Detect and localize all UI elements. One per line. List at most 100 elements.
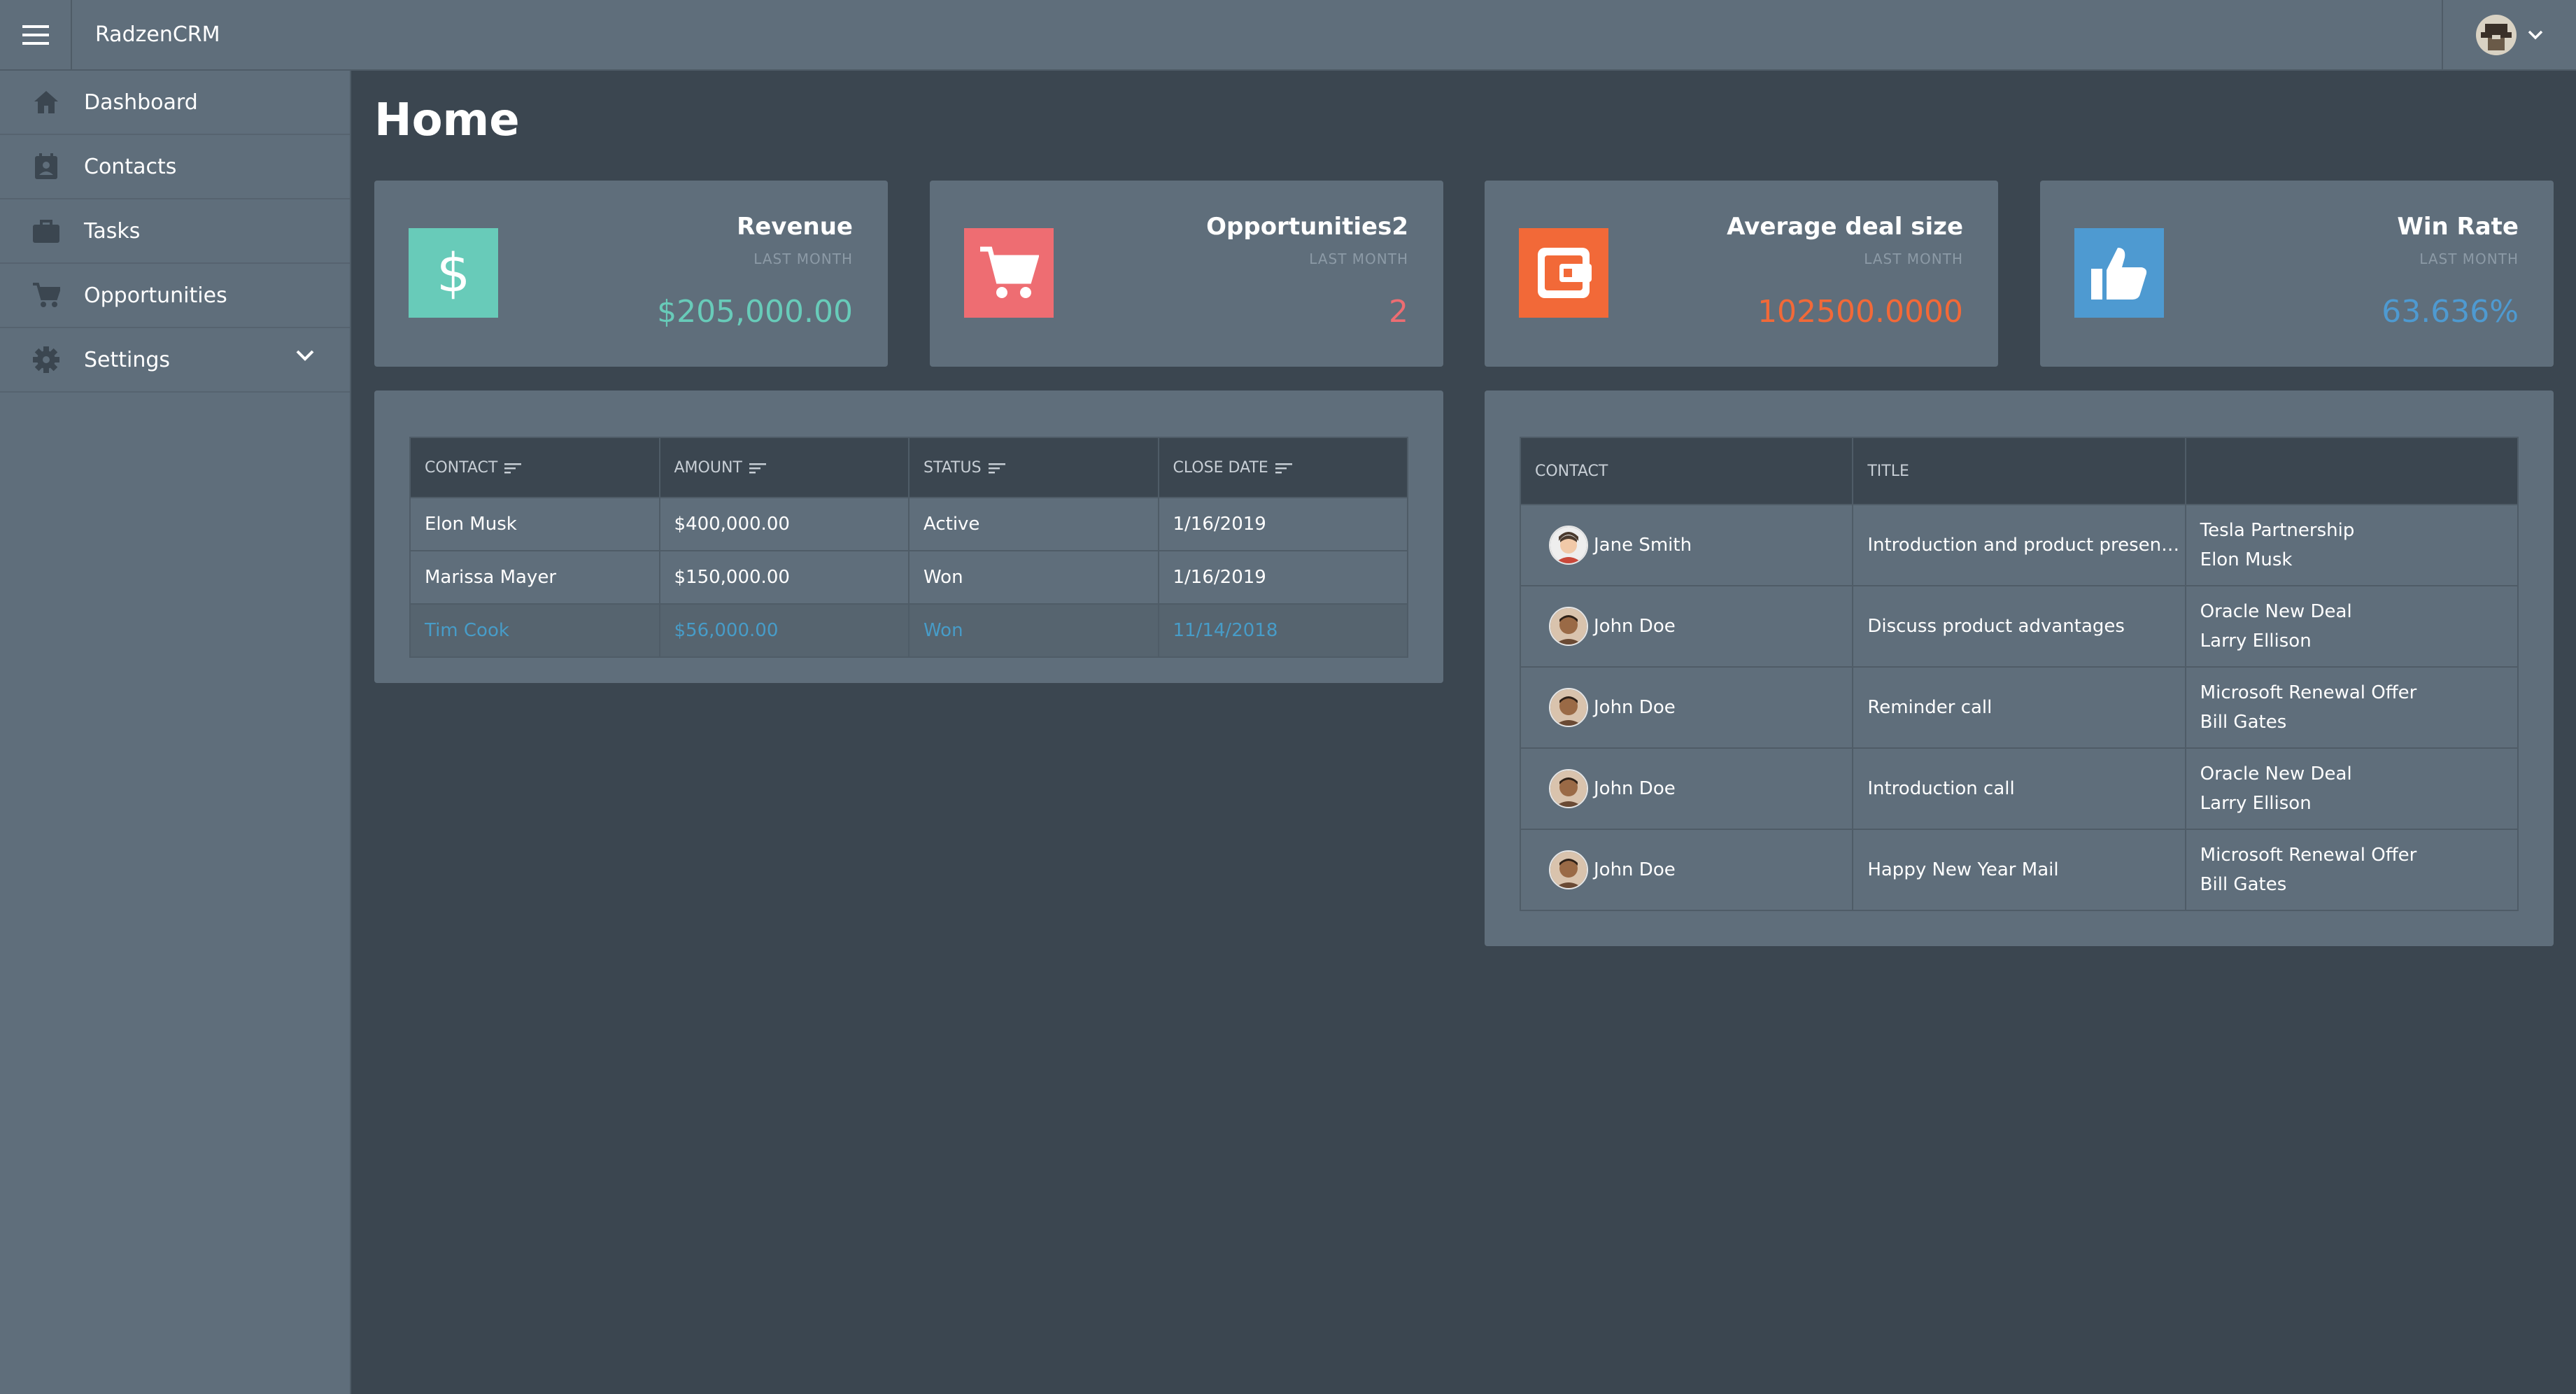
- cell-title: Introduction call: [1852, 747, 2186, 830]
- opportunities-card: Opportunities2 LAST MONTH 2: [930, 181, 1443, 367]
- deal-contact: Larry Ellison: [2200, 631, 2312, 652]
- column-header-label: STATUS: [923, 458, 982, 477]
- avatar: [1549, 688, 1588, 727]
- column-header-label: CLOSE DATE: [1173, 458, 1268, 477]
- table-row[interactable]: Elon Musk $400,000.00 Active 1/16/2019: [409, 497, 1408, 551]
- cell-contact: John Doe: [1519, 585, 1854, 668]
- average-deal-size-card: Average deal size LAST MONTH 102500.0000: [1485, 181, 1998, 367]
- sidebar-item-label: Contacts: [84, 154, 177, 179]
- revenue-card: $ Revenue LAST MONTH $205,000.00: [374, 181, 888, 367]
- menu-toggle-button[interactable]: [0, 0, 72, 69]
- deal-contact: Elon Musk: [2200, 549, 2293, 570]
- deal-name: Microsoft Renewal Offer: [2200, 682, 2417, 703]
- contact-name: John Doe: [1594, 697, 1676, 718]
- column-header-opportunity[interactable]: [2184, 437, 2519, 505]
- avatar: [1549, 607, 1588, 646]
- deal-contact: Bill Gates: [2200, 712, 2287, 733]
- wallet-icon: [1519, 228, 1608, 318]
- card-value: 2: [1389, 294, 1408, 330]
- chevron-down-icon: [2528, 30, 2543, 39]
- card-subtitle: LAST MONTH: [1309, 251, 1408, 267]
- card-subtitle: LAST MONTH: [1864, 251, 1963, 267]
- table-row[interactable]: Jane Smith Introduction and product pres…: [1519, 504, 2519, 586]
- table-row[interactable]: John Doe Reminder call Microsoft Renewal…: [1519, 666, 2519, 749]
- contact-name: John Doe: [1594, 778, 1676, 799]
- sidebar-item-label: Dashboard: [84, 90, 198, 115]
- page-title: Home: [374, 94, 520, 146]
- chevron-down-icon[interactable]: [295, 349, 315, 362]
- cell-status: Won: [908, 550, 1159, 605]
- sort-icon[interactable]: [504, 463, 522, 474]
- cell-title: Discuss product advantages: [1852, 585, 2186, 668]
- top-bar: RadzenCRM: [0, 0, 2576, 71]
- cell-opportunity: Microsoft Renewal Offer Bill Gates: [2184, 666, 2519, 749]
- app-title: RadzenCRM: [95, 22, 220, 47]
- table-row-selected[interactable]: Tim Cook $56,000.00 Won 11/14/2018: [409, 603, 1408, 658]
- cell-amount: $150,000.00: [658, 550, 910, 605]
- deal-contact: Larry Ellison: [2200, 793, 2312, 814]
- card-subtitle: LAST MONTH: [753, 251, 853, 267]
- dollar-icon: $: [409, 228, 498, 318]
- card-value: $205,000.00: [657, 294, 853, 330]
- column-header-contact[interactable]: CONTACT: [1519, 437, 1854, 505]
- home-icon: [25, 90, 67, 114]
- card-title: Win Rate: [2397, 213, 2519, 241]
- card-title: Average deal size: [1727, 213, 1963, 241]
- deal-name: Oracle New Deal: [2200, 763, 2352, 784]
- table-row[interactable]: John Doe Happy New Year Mail Microsoft R…: [1519, 829, 2519, 911]
- user-avatar-icon: [2476, 14, 2517, 55]
- sidebar-item-tasks[interactable]: Tasks: [0, 199, 350, 264]
- column-header-close-date[interactable]: CLOSE DATE: [1157, 437, 1408, 498]
- contacts-icon: [25, 153, 67, 180]
- cell-title: Reminder call: [1852, 666, 2186, 749]
- cell-contact: John Doe: [1519, 666, 1854, 749]
- sort-icon[interactable]: [988, 463, 1005, 474]
- cell-opportunity: Oracle New Deal Larry Ellison: [2184, 747, 2519, 830]
- column-header-label: CONTACT: [425, 458, 498, 477]
- cell-contact: John Doe: [1519, 747, 1854, 830]
- sidebar-item-label: Opportunities: [84, 283, 227, 308]
- deal-name: Microsoft Renewal Offer: [2200, 845, 2417, 866]
- cell-contact: Jane Smith: [1519, 504, 1854, 586]
- column-header-status[interactable]: STATUS: [908, 437, 1159, 498]
- profile-menu-button[interactable]: [2442, 0, 2576, 69]
- svg-text:$: $: [437, 245, 470, 301]
- opportunities-grid: CONTACT AMOUNT STATUS CLOSE DATE Elon Mu…: [409, 437, 1408, 658]
- avatar: [1549, 850, 1588, 889]
- cell-contact: Tim Cook: [409, 603, 660, 658]
- deal-contact: Bill Gates: [2200, 874, 2287, 895]
- hamburger-icon: [22, 24, 49, 45]
- sidebar-item-settings[interactable]: Settings: [0, 328, 350, 393]
- gear-icon: [25, 346, 67, 374]
- tasks-panel: CONTACT TITLE Jane Smith Introduction an…: [1485, 390, 2554, 946]
- card-title: Revenue: [737, 213, 853, 241]
- table-row[interactable]: John Doe Discuss product advantages Orac…: [1519, 585, 2519, 668]
- sidebar-item-opportunities[interactable]: Opportunities: [0, 264, 350, 328]
- column-header-contact[interactable]: CONTACT: [409, 437, 660, 498]
- sort-icon[interactable]: [749, 463, 766, 474]
- card-value: 102500.0000: [1757, 294, 1963, 330]
- cell-amount: $56,000.00: [658, 603, 910, 658]
- cell-status: Won: [908, 603, 1159, 658]
- tasks-grid: CONTACT TITLE Jane Smith Introduction an…: [1519, 437, 2519, 911]
- cell-title: Happy New Year Mail: [1852, 829, 2186, 911]
- column-header-label: AMOUNT: [674, 458, 742, 477]
- contact-name: John Doe: [1594, 616, 1676, 637]
- column-header-amount[interactable]: AMOUNT: [658, 437, 910, 498]
- avatar: [1549, 769, 1588, 808]
- contact-name: Jane Smith: [1594, 535, 1692, 556]
- deal-name: Tesla Partnership: [2200, 520, 2355, 541]
- contact-name: John Doe: [1594, 859, 1676, 880]
- sort-icon[interactable]: [1275, 463, 1292, 474]
- card-subtitle: LAST MONTH: [2419, 251, 2519, 267]
- table-row[interactable]: Marissa Mayer $150,000.00 Won 1/16/2019: [409, 550, 1408, 605]
- sidebar-item-dashboard[interactable]: Dashboard: [0, 71, 350, 135]
- sidebar: Dashboard Contacts Tasks Opportunities S…: [0, 71, 351, 1394]
- column-header-title[interactable]: TITLE: [1852, 437, 2186, 505]
- avatar: [1549, 526, 1588, 565]
- cell-title: Introduction and product presenta...: [1852, 504, 2186, 586]
- table-row[interactable]: John Doe Introduction call Oracle New De…: [1519, 747, 2519, 830]
- cell-opportunity: Tesla Partnership Elon Musk: [2184, 504, 2519, 586]
- sidebar-item-contacts[interactable]: Contacts: [0, 135, 350, 199]
- opportunities-panel: CONTACT AMOUNT STATUS CLOSE DATE Elon Mu…: [374, 390, 1443, 683]
